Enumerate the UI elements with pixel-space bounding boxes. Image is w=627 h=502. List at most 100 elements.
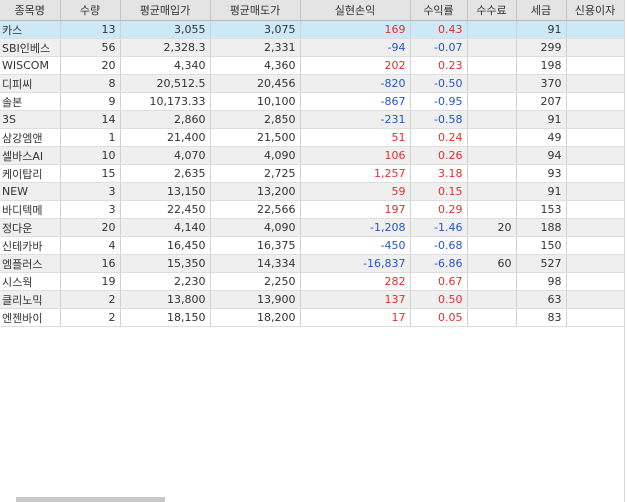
table-row[interactable]: 신테카바 4 16,450 16,375 -450 -0.68 150 [0,236,625,255]
cell-realized-pnl: -231 [300,110,411,129]
cell-name: SBI인베스 [0,38,61,57]
table-row[interactable]: 삼강엠앤 1 21,400 21,500 51 0.24 49 [0,128,625,147]
cell-tax: 49 [516,128,567,147]
cell-credit-interest [566,38,625,57]
cell-quantity: 2 [60,308,121,327]
table-row[interactable]: 케이탑리 15 2,635 2,725 1,257 3.18 93 [0,164,625,183]
cell-tax: 98 [516,272,567,291]
cell-tax: 63 [516,290,567,309]
cell-quantity: 20 [60,218,121,237]
cell-credit-interest [566,128,625,147]
cell-quantity: 10 [60,146,121,165]
column-header-avg-buy-price[interactable]: 평균매입가 [120,0,211,21]
cell-realized-pnl: 106 [300,146,411,165]
cell-realized-pnl: -94 [300,38,411,57]
cell-fee: 20 [467,218,517,237]
cell-tax: 83 [516,308,567,327]
cell-return-rate: -0.50 [410,74,468,93]
cell-quantity: 9 [60,92,121,111]
cell-tax: 153 [516,200,567,219]
table-row[interactable]: 카스 13 3,055 3,075 169 0.43 91 [0,20,625,39]
table-row[interactable]: 엠플러스 16 15,350 14,334 -16,837 -6.86 60 527 [0,254,625,273]
column-header-realized-pnl[interactable]: 실현손익 [300,0,411,21]
cell-name: WISCOM [0,56,61,75]
cell-credit-interest [566,110,625,129]
cell-avg-buy-price: 13,150 [120,182,211,201]
table-row[interactable]: NEW 3 13,150 13,200 59 0.15 91 [0,182,625,201]
cell-avg-buy-price: 22,450 [120,200,211,219]
horizontal-scrollbar-thumb[interactable] [16,497,165,502]
cell-avg-sell-price: 2,850 [210,110,301,129]
cell-avg-buy-price: 3,055 [120,20,211,39]
vertical-scroll-track[interactable] [624,0,625,502]
table-row[interactable]: 3S 14 2,860 2,850 -231 -0.58 91 [0,110,625,129]
cell-avg-sell-price: 10,100 [210,92,301,111]
cell-return-rate: 0.43 [410,20,468,39]
cell-fee [467,290,517,309]
cell-name: 3S [0,110,61,129]
cell-tax: 91 [516,182,567,201]
cell-realized-pnl: -1,208 [300,218,411,237]
cell-avg-buy-price: 10,173.33 [120,92,211,111]
cell-avg-sell-price: 4,090 [210,146,301,165]
cell-avg-sell-price: 4,360 [210,56,301,75]
cell-quantity: 8 [60,74,121,93]
cell-credit-interest [566,254,625,273]
cell-quantity: 13 [60,20,121,39]
table-row[interactable]: WISCOM 20 4,340 4,360 202 0.23 198 [0,56,625,75]
cell-credit-interest [566,92,625,111]
table-row[interactable]: 솔본 9 10,173.33 10,100 -867 -0.95 207 [0,92,625,111]
table-row[interactable]: 셀바스AI 10 4,070 4,090 106 0.26 94 [0,146,625,165]
cell-avg-buy-price: 4,070 [120,146,211,165]
cell-realized-pnl: -867 [300,92,411,111]
column-header-tax[interactable]: 세금 [516,0,567,21]
cell-quantity: 3 [60,200,121,219]
cell-return-rate: 0.24 [410,128,468,147]
cell-tax: 94 [516,146,567,165]
column-header-name[interactable]: 종목명 [0,0,61,21]
table-row[interactable]: 정다운 20 4,140 4,090 -1,208 -1.46 20 188 [0,218,625,237]
table-row[interactable]: 클리노믹 2 13,800 13,900 137 0.50 63 [0,290,625,309]
cell-fee [467,182,517,201]
table-row[interactable]: SBI인베스 56 2,328.3 2,331 -94 -0.07 299 [0,38,625,57]
cell-avg-buy-price: 2,328.3 [120,38,211,57]
table-row[interactable]: 디피씨 8 20,512.5 20,456 -820 -0.50 370 [0,74,625,93]
cell-avg-sell-price: 2,250 [210,272,301,291]
table-row[interactable]: 엔젠바이 2 18,150 18,200 17 0.05 83 [0,308,625,327]
cell-credit-interest [566,146,625,165]
cell-credit-interest [566,182,625,201]
column-header-avg-sell-price[interactable]: 평균매도가 [210,0,301,21]
cell-name: 솔본 [0,92,61,111]
column-header-fee[interactable]: 수수료 [467,0,517,21]
column-header-return-rate[interactable]: 수익률 [410,0,468,21]
cell-quantity: 3 [60,182,121,201]
cell-quantity: 4 [60,236,121,255]
cell-credit-interest [566,74,625,93]
cell-realized-pnl: 197 [300,200,411,219]
cell-return-rate: -0.68 [410,236,468,255]
cell-name: 케이탑리 [0,164,61,183]
cell-avg-sell-price: 2,331 [210,38,301,57]
cell-name: 카스 [0,20,61,39]
column-header-credit-interest[interactable]: 신용이자 [566,0,625,21]
cell-realized-pnl: 1,257 [300,164,411,183]
cell-tax: 150 [516,236,567,255]
cell-quantity: 20 [60,56,121,75]
cell-avg-buy-price: 18,150 [120,308,211,327]
column-header-quantity[interactable]: 수량 [60,0,121,21]
table-row[interactable]: 시스웍 19 2,230 2,250 282 0.67 98 [0,272,625,291]
cell-return-rate: 0.67 [410,272,468,291]
cell-tax: 188 [516,218,567,237]
cell-return-rate: -6.86 [410,254,468,273]
cell-realized-pnl: 59 [300,182,411,201]
cell-realized-pnl: 282 [300,272,411,291]
cell-return-rate: 0.29 [410,200,468,219]
cell-return-rate: -0.58 [410,110,468,129]
cell-quantity: 14 [60,110,121,129]
header-row: 종목명 수량 평균매입가 평균매도가 실현손익 수익률 수수료 세금 신용이자 [0,0,625,21]
cell-tax: 207 [516,92,567,111]
table-row[interactable]: 바디텍메 3 22,450 22,566 197 0.29 153 [0,200,625,219]
cell-avg-buy-price: 16,450 [120,236,211,255]
cell-credit-interest [566,272,625,291]
cell-avg-sell-price: 2,725 [210,164,301,183]
